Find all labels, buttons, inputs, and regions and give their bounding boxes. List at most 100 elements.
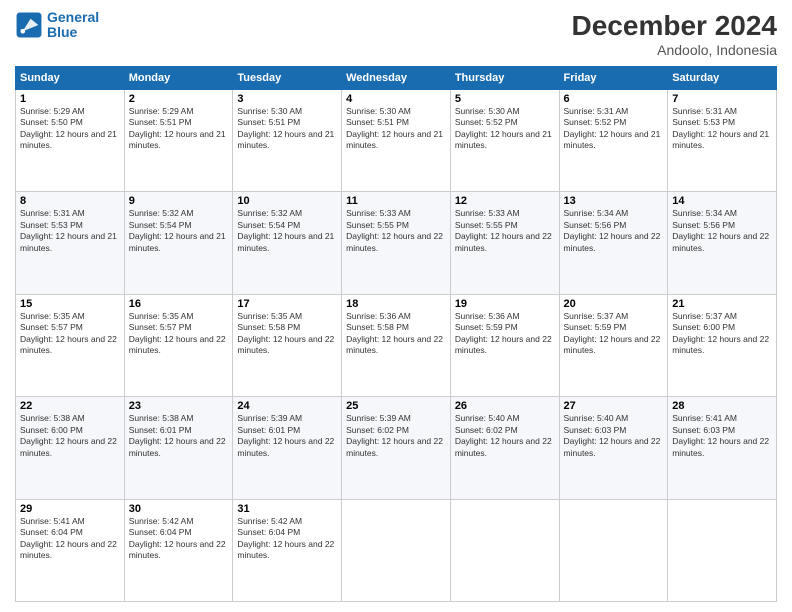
table-row: 28 Sunrise: 5:41 AMSunset: 6:03 PMDaylig… — [668, 397, 777, 499]
table-row: 30 Sunrise: 5:42 AMSunset: 6:04 PMDaylig… — [124, 499, 233, 601]
table-row: 10 Sunrise: 5:32 AMSunset: 5:54 PMDaylig… — [233, 192, 342, 294]
day-info: Sunrise: 5:41 AMSunset: 6:04 PMDaylight:… — [20, 516, 117, 560]
day-number: 27 — [564, 400, 664, 412]
table-row: 9 Sunrise: 5:32 AMSunset: 5:54 PMDayligh… — [124, 192, 233, 294]
day-info: Sunrise: 5:31 AMSunset: 5:53 PMDaylight:… — [672, 106, 769, 150]
table-row: 27 Sunrise: 5:40 AMSunset: 6:03 PMDaylig… — [559, 397, 668, 499]
table-row: 15 Sunrise: 5:35 AMSunset: 5:57 PMDaylig… — [16, 294, 125, 396]
table-row: 1 Sunrise: 5:29 AMSunset: 5:50 PMDayligh… — [16, 90, 125, 192]
subtitle: Andoolo, Indonesia — [572, 42, 777, 58]
table-row: 7 Sunrise: 5:31 AMSunset: 5:53 PMDayligh… — [668, 90, 777, 192]
day-number: 13 — [564, 195, 664, 207]
col-sunday: Sunday — [16, 67, 125, 90]
day-number: 18 — [346, 298, 446, 310]
day-number: 21 — [672, 298, 772, 310]
day-number: 25 — [346, 400, 446, 412]
table-row: 17 Sunrise: 5:35 AMSunset: 5:58 PMDaylig… — [233, 294, 342, 396]
table-row: 13 Sunrise: 5:34 AMSunset: 5:56 PMDaylig… — [559, 192, 668, 294]
table-row: 4 Sunrise: 5:30 AMSunset: 5:51 PMDayligh… — [342, 90, 451, 192]
day-number: 5 — [455, 93, 555, 105]
calendar-week-row: 15 Sunrise: 5:35 AMSunset: 5:57 PMDaylig… — [16, 294, 777, 396]
col-thursday: Thursday — [450, 67, 559, 90]
main-title: December 2024 — [572, 10, 777, 42]
table-row: 24 Sunrise: 5:39 AMSunset: 6:01 PMDaylig… — [233, 397, 342, 499]
day-number: 2 — [129, 93, 229, 105]
day-number: 4 — [346, 93, 446, 105]
day-info: Sunrise: 5:34 AMSunset: 5:56 PMDaylight:… — [672, 208, 769, 252]
day-info: Sunrise: 5:33 AMSunset: 5:55 PMDaylight:… — [455, 208, 552, 252]
day-info: Sunrise: 5:31 AMSunset: 5:52 PMDaylight:… — [564, 106, 661, 150]
day-number: 11 — [346, 195, 446, 207]
col-tuesday: Tuesday — [233, 67, 342, 90]
table-row: 14 Sunrise: 5:34 AMSunset: 5:56 PMDaylig… — [668, 192, 777, 294]
day-info: Sunrise: 5:34 AMSunset: 5:56 PMDaylight:… — [564, 208, 661, 252]
calendar-week-row: 29 Sunrise: 5:41 AMSunset: 6:04 PMDaylig… — [16, 499, 777, 601]
day-number: 28 — [672, 400, 772, 412]
day-info: Sunrise: 5:35 AMSunset: 5:57 PMDaylight:… — [20, 311, 117, 355]
day-number: 31 — [237, 503, 337, 515]
day-info: Sunrise: 5:36 AMSunset: 5:58 PMDaylight:… — [346, 311, 443, 355]
table-row — [668, 499, 777, 601]
table-row — [342, 499, 451, 601]
day-info: Sunrise: 5:42 AMSunset: 6:04 PMDaylight:… — [129, 516, 226, 560]
day-number: 17 — [237, 298, 337, 310]
day-info: Sunrise: 5:41 AMSunset: 6:03 PMDaylight:… — [672, 413, 769, 457]
day-info: Sunrise: 5:36 AMSunset: 5:59 PMDaylight:… — [455, 311, 552, 355]
day-number: 6 — [564, 93, 664, 105]
day-info: Sunrise: 5:42 AMSunset: 6:04 PMDaylight:… — [237, 516, 334, 560]
header: General Blue December 2024 Andoolo, Indo… — [15, 10, 777, 58]
col-friday: Friday — [559, 67, 668, 90]
table-row: 23 Sunrise: 5:38 AMSunset: 6:01 PMDaylig… — [124, 397, 233, 499]
day-info: Sunrise: 5:37 AMSunset: 5:59 PMDaylight:… — [564, 311, 661, 355]
page: General Blue December 2024 Andoolo, Indo… — [0, 0, 792, 612]
table-row: 19 Sunrise: 5:36 AMSunset: 5:59 PMDaylig… — [450, 294, 559, 396]
day-number: 14 — [672, 195, 772, 207]
day-number: 12 — [455, 195, 555, 207]
calendar-week-row: 22 Sunrise: 5:38 AMSunset: 6:00 PMDaylig… — [16, 397, 777, 499]
calendar-week-row: 1 Sunrise: 5:29 AMSunset: 5:50 PMDayligh… — [16, 90, 777, 192]
day-info: Sunrise: 5:39 AMSunset: 6:01 PMDaylight:… — [237, 413, 334, 457]
day-number: 29 — [20, 503, 120, 515]
day-info: Sunrise: 5:30 AMSunset: 5:51 PMDaylight:… — [346, 106, 443, 150]
day-info: Sunrise: 5:40 AMSunset: 6:02 PMDaylight:… — [455, 413, 552, 457]
day-number: 24 — [237, 400, 337, 412]
calendar-table: Sunday Monday Tuesday Wednesday Thursday… — [15, 66, 777, 602]
day-number: 1 — [20, 93, 120, 105]
day-info: Sunrise: 5:37 AMSunset: 6:00 PMDaylight:… — [672, 311, 769, 355]
day-number: 16 — [129, 298, 229, 310]
day-number: 22 — [20, 400, 120, 412]
day-number: 10 — [237, 195, 337, 207]
day-number: 23 — [129, 400, 229, 412]
logo-text: General Blue — [47, 10, 99, 41]
logo-icon — [15, 11, 43, 39]
table-row: 31 Sunrise: 5:42 AMSunset: 6:04 PMDaylig… — [233, 499, 342, 601]
day-number: 3 — [237, 93, 337, 105]
calendar-header-row: Sunday Monday Tuesday Wednesday Thursday… — [16, 67, 777, 90]
day-info: Sunrise: 5:39 AMSunset: 6:02 PMDaylight:… — [346, 413, 443, 457]
day-info: Sunrise: 5:38 AMSunset: 6:01 PMDaylight:… — [129, 413, 226, 457]
day-number: 19 — [455, 298, 555, 310]
day-info: Sunrise: 5:32 AMSunset: 5:54 PMDaylight:… — [129, 208, 226, 252]
table-row: 3 Sunrise: 5:30 AMSunset: 5:51 PMDayligh… — [233, 90, 342, 192]
table-row: 11 Sunrise: 5:33 AMSunset: 5:55 PMDaylig… — [342, 192, 451, 294]
col-saturday: Saturday — [668, 67, 777, 90]
table-row: 8 Sunrise: 5:31 AMSunset: 5:53 PMDayligh… — [16, 192, 125, 294]
day-info: Sunrise: 5:38 AMSunset: 6:00 PMDaylight:… — [20, 413, 117, 457]
calendar-week-row: 8 Sunrise: 5:31 AMSunset: 5:53 PMDayligh… — [16, 192, 777, 294]
day-info: Sunrise: 5:40 AMSunset: 6:03 PMDaylight:… — [564, 413, 661, 457]
day-number: 15 — [20, 298, 120, 310]
day-info: Sunrise: 5:29 AMSunset: 5:51 PMDaylight:… — [129, 106, 226, 150]
day-info: Sunrise: 5:35 AMSunset: 5:57 PMDaylight:… — [129, 311, 226, 355]
day-info: Sunrise: 5:35 AMSunset: 5:58 PMDaylight:… — [237, 311, 334, 355]
table-row: 25 Sunrise: 5:39 AMSunset: 6:02 PMDaylig… — [342, 397, 451, 499]
day-number: 8 — [20, 195, 120, 207]
table-row — [559, 499, 668, 601]
day-number: 30 — [129, 503, 229, 515]
table-row: 22 Sunrise: 5:38 AMSunset: 6:00 PMDaylig… — [16, 397, 125, 499]
table-row: 21 Sunrise: 5:37 AMSunset: 6:00 PMDaylig… — [668, 294, 777, 396]
table-row — [450, 499, 559, 601]
table-row: 26 Sunrise: 5:40 AMSunset: 6:02 PMDaylig… — [450, 397, 559, 499]
day-number: 20 — [564, 298, 664, 310]
day-info: Sunrise: 5:31 AMSunset: 5:53 PMDaylight:… — [20, 208, 117, 252]
table-row: 6 Sunrise: 5:31 AMSunset: 5:52 PMDayligh… — [559, 90, 668, 192]
